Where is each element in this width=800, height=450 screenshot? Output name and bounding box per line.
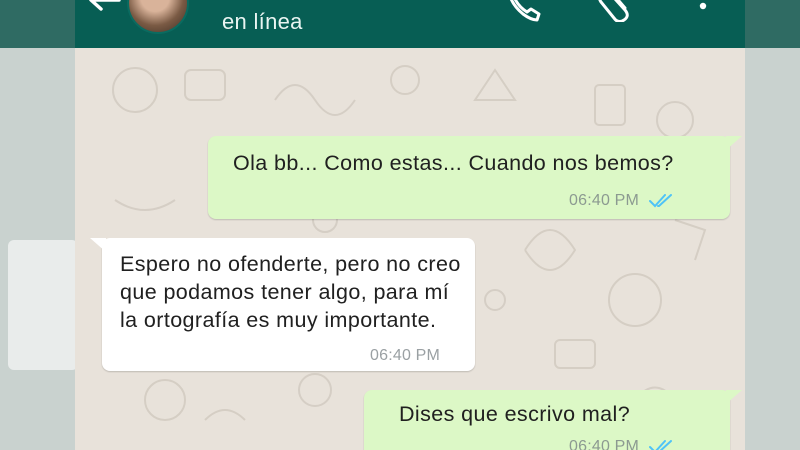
message-text: Espero no ofenderte, pero no creo que po…: [120, 252, 461, 332]
incoming-message[interactable]: Espero no ofenderte, pero no creo que po…: [90, 238, 475, 371]
back-arrow-icon[interactable]: [85, 0, 125, 24]
outgoing-message[interactable]: Dises que escrivo mal? 06:40 PM: [364, 390, 742, 450]
avatar[interactable]: [127, 0, 189, 34]
message-text: Dises que escrivo mal?: [399, 402, 631, 426]
contact-status: en línea: [222, 9, 303, 34]
bubble-tail: [90, 238, 106, 252]
outgoing-message[interactable]: Ola bb... Como estas... Cuando nos bemos…: [208, 136, 742, 219]
message-time: 06:40 PM: [370, 347, 441, 364]
chat-wallpaper: [104, 65, 707, 421]
more-vert-icon[interactable]: [695, 0, 711, 20]
left-blur-panel: [0, 0, 78, 450]
chat-window: en línea Ola bb... Como estas... Cuando …: [75, 0, 745, 450]
double-check-icon: [649, 439, 673, 450]
phone-icon[interactable]: [503, 0, 543, 22]
message-meta: 06:40 PM: [569, 433, 675, 450]
blurred-bubble: [8, 240, 78, 370]
bubble-tail: [726, 390, 742, 404]
right-blur-panel: [745, 0, 800, 450]
paperclip-icon[interactable]: [597, 0, 641, 22]
message-time: 06:40 PM: [569, 438, 640, 450]
message-time: 06:40 PM: [569, 192, 640, 209]
chat-header: en línea: [75, 0, 745, 48]
double-check-icon: [649, 193, 673, 208]
message-text: Ola bb... Como estas... Cuando nos bemos…: [233, 151, 674, 175]
message-meta: 06:40 PM: [370, 342, 440, 370]
message-meta: 06:40 PM: [569, 187, 675, 215]
bubble-tail: [726, 136, 742, 150]
